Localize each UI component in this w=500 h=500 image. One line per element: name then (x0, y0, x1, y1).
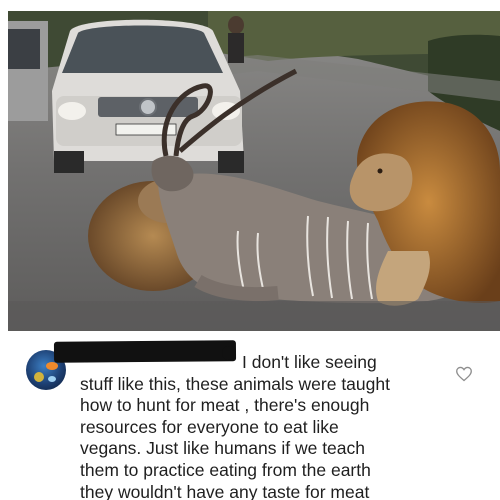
screenshot-page: I don't like seeing stuff like this, the… (0, 0, 500, 500)
comment-line: them to practice eating from the earth (80, 459, 371, 480)
comment-line: resources for everyone to eat like (80, 416, 339, 437)
comment-line: how to hunt for meat , there's enough (80, 395, 370, 416)
comment-line: I don't like seeing (242, 352, 377, 372)
comment-line: they wouldn't have any taste for meat (80, 481, 370, 500)
post-photo (8, 11, 500, 331)
comment-line: vegans. Just like humans if we teach (80, 438, 366, 459)
car (52, 19, 244, 173)
heart-icon[interactable] (455, 366, 473, 382)
comment-line: stuff like this, these animals were taug… (80, 373, 390, 394)
comment-text: I don't like seeing stuff like this, the… (80, 352, 450, 500)
comment-section: I don't like seeing stuff like this, the… (0, 332, 500, 500)
